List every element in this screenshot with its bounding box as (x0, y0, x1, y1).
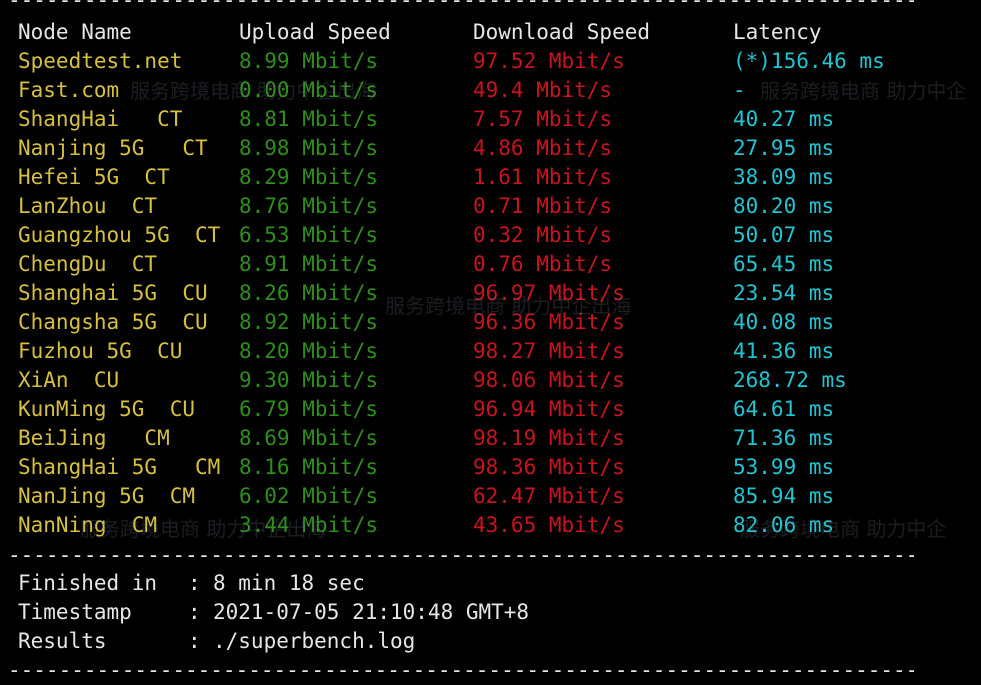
node-name-cell: Nanjing 5G CT (18, 136, 208, 160)
node-name-cell: Changsha 5G CU (18, 310, 208, 334)
download-speed-cell: 0.71 Mbit/s (473, 194, 613, 218)
latency-cell: 65.45 ms (733, 252, 835, 276)
summary-separator: : (188, 629, 201, 653)
node-name-cell: Shanghai 5G CU (18, 281, 208, 305)
upload-speed-cell: 3.44 Mbit/s (239, 513, 379, 537)
download-speed-cell: 97.52 Mbit/s (473, 49, 625, 73)
header-upload-speed: Upload Speed (239, 20, 391, 44)
upload-speed-cell: 8.16 Mbit/s (239, 455, 379, 479)
latency-cell: 85.94 ms (733, 484, 835, 508)
upload-speed-cell: 8.69 Mbit/s (239, 426, 379, 450)
latency-cell: 82.06 ms (733, 513, 835, 537)
download-speed-cell: 0.76 Mbit/s (473, 252, 613, 276)
upload-speed-cell: 0.00 Mbit/s (239, 78, 379, 102)
node-name-cell: BeiJing CM (18, 426, 170, 450)
middle-divider: ----------------------------------------… (8, 543, 914, 567)
node-name-cell: Fast.com (18, 78, 120, 102)
node-name-cell: NanJing 5G CM (18, 484, 196, 508)
node-name-cell: Speedtest.net (18, 49, 183, 73)
download-speed-cell: 43.65 Mbit/s (473, 513, 625, 537)
table-header: Node Name Upload Speed Download Speed La… (0, 18, 822, 47)
watermark-tagline: 服务跨境电商 助力中企 (760, 79, 967, 103)
download-speed-cell: 62.47 Mbit/s (473, 484, 625, 508)
download-speed-cell: 98.06 Mbit/s (473, 368, 625, 392)
node-name-cell: NanNing CM (18, 513, 158, 537)
latency-cell: - (733, 78, 746, 102)
download-speed-cell: 98.27 Mbit/s (473, 339, 625, 363)
latency-cell: 71.36 ms (733, 426, 835, 450)
download-speed-cell: 49.4 Mbit/s (473, 78, 613, 102)
terminal-window: ----------------------------------------… (0, 0, 981, 682)
upload-speed-cell: 6.02 Mbit/s (239, 484, 379, 508)
node-name-cell: Fuzhou 5G CU (18, 339, 183, 363)
latency-cell: 23.54 ms (733, 281, 835, 305)
header-download-speed: Download Speed (473, 20, 651, 44)
download-speed-cell: 1.61 Mbit/s (473, 165, 613, 189)
bottom-divider: ----------------------------------------… (8, 658, 914, 682)
node-name-cell: Guangzhou 5G CT (18, 223, 221, 247)
header-latency: Latency (733, 20, 822, 44)
latency-cell: (*)156.46 ms (733, 49, 885, 73)
node-name-cell: XiAn CU (18, 368, 120, 392)
summary-label: Timestamp (18, 600, 132, 624)
latency-cell: 50.07 ms (733, 223, 835, 247)
upload-speed-cell: 8.26 Mbit/s (239, 281, 379, 305)
summary-value: 2021-07-05 21:10:48 GMT+8 (213, 600, 530, 624)
node-name-cell: ShangHai 5G CM (18, 455, 221, 479)
summary-value: 8 min 18 sec (213, 571, 365, 595)
download-speed-cell: 96.94 Mbit/s (473, 397, 625, 421)
summary-separator: : (188, 600, 201, 624)
summary-label: Finished in (18, 571, 158, 595)
node-name-cell: KunMing 5G CU (18, 397, 196, 421)
node-name-cell: ChengDu CT (18, 252, 158, 276)
latency-cell: 80.20 ms (733, 194, 835, 218)
latency-cell: 40.27 ms (733, 107, 835, 131)
latency-cell: 38.09 ms (733, 165, 835, 189)
latency-cell: 53.99 ms (733, 455, 835, 479)
latency-cell: 40.08 ms (733, 310, 835, 334)
top-divider: ----------------------------------------… (8, 0, 914, 12)
upload-speed-cell: 8.98 Mbit/s (239, 136, 379, 160)
summary-separator: : (188, 571, 201, 595)
upload-speed-cell: 8.29 Mbit/s (239, 165, 379, 189)
node-name-cell: Hefei 5G CT (18, 165, 170, 189)
download-speed-cell: 4.86 Mbit/s (473, 136, 613, 160)
upload-speed-cell: 8.92 Mbit/s (239, 310, 379, 334)
summary-value: ./superbench.log (213, 629, 416, 653)
download-speed-cell: 7.57 Mbit/s (473, 107, 613, 131)
upload-speed-cell: 8.81 Mbit/s (239, 107, 379, 131)
upload-speed-cell: 9.30 Mbit/s (239, 368, 379, 392)
download-speed-cell: 96.97 Mbit/s (473, 281, 625, 305)
node-name-cell: ShangHai CT (18, 107, 183, 131)
download-speed-cell: 98.19 Mbit/s (473, 426, 625, 450)
upload-speed-cell: 8.91 Mbit/s (239, 252, 379, 276)
latency-cell: 268.72 ms (733, 368, 847, 392)
upload-speed-cell: 8.76 Mbit/s (239, 194, 379, 218)
summary-label: Results (18, 629, 107, 653)
upload-speed-cell: 8.99 Mbit/s (239, 49, 379, 73)
download-speed-cell: 96.36 Mbit/s (473, 310, 625, 334)
upload-speed-cell: 6.79 Mbit/s (239, 397, 379, 421)
download-speed-cell: 0.32 Mbit/s (473, 223, 613, 247)
node-name-cell: LanZhou CT (18, 194, 158, 218)
header-node-name: Node Name (18, 20, 132, 44)
latency-cell: 27.95 ms (733, 136, 835, 160)
latency-cell: 41.36 ms (733, 339, 835, 363)
download-speed-cell: 98.36 Mbit/s (473, 455, 625, 479)
upload-speed-cell: 8.20 Mbit/s (239, 339, 379, 363)
latency-cell: 64.61 ms (733, 397, 835, 421)
upload-speed-cell: 6.53 Mbit/s (239, 223, 379, 247)
